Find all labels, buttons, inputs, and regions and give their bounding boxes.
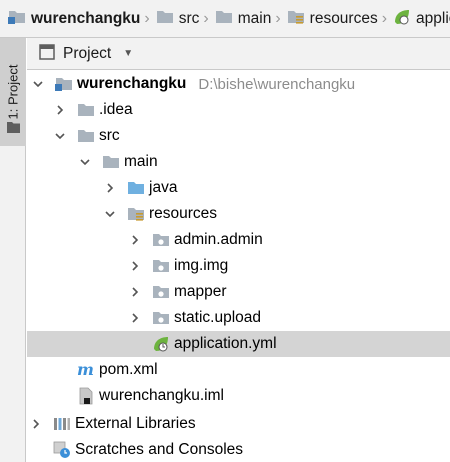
breadcrumb-separator: › (275, 9, 281, 27)
folder-icon (77, 101, 95, 119)
chevron-right-icon[interactable] (29, 419, 43, 429)
tree-row-java[interactable]: java (27, 175, 450, 201)
spring-yml-icon (393, 8, 411, 30)
tree-row-iml[interactable]: wurenchangku.iml (27, 383, 450, 409)
breadcrumb-separator: › (203, 9, 209, 27)
chevron-right-icon[interactable] (53, 105, 67, 115)
tree-row-resources[interactable]: resources (27, 201, 450, 227)
chevron-down-icon[interactable]: ▼ (123, 48, 133, 59)
project-view-title[interactable]: Project (63, 45, 111, 63)
chevron-down-icon[interactable] (103, 209, 117, 219)
library-icon (53, 415, 71, 433)
tree-row-package[interactable]: mapper (27, 279, 450, 305)
module-file-icon (77, 387, 95, 405)
resources-folder-icon (127, 205, 145, 223)
tree-row-application-yml[interactable]: application.yml (27, 331, 450, 357)
tree-label: pom.xml (99, 361, 158, 378)
project-path: D:\bishe\wurenchangku (198, 75, 356, 93)
project-tree: wurenchangku D:\bishe\wurenchangku .idea… (27, 71, 450, 462)
breadcrumb-label: applic (416, 9, 450, 27)
breadcrumb-item-main[interactable]: main (215, 0, 272, 38)
tree-row-package[interactable]: admin.admin (27, 227, 450, 253)
left-tool-strip: 1: Project (0, 38, 26, 462)
breadcrumb-label: wurenchangku (31, 9, 141, 27)
package-folder-icon (152, 231, 170, 249)
folder-icon (102, 153, 120, 171)
breadcrumb-label: src (178, 9, 200, 27)
folder-icon (7, 120, 20, 137)
breadcrumb-separator: › (381, 9, 388, 27)
chevron-right-icon[interactable] (128, 261, 142, 271)
tree-label: wurenchangku.iml (99, 387, 224, 404)
folder-icon (215, 9, 233, 29)
tree-label: main (124, 153, 158, 170)
package-folder-icon (152, 283, 170, 301)
module-folder-icon (55, 75, 73, 93)
tree-label: static.upload (174, 309, 262, 326)
breadcrumb-label: main (237, 9, 272, 27)
breadcrumb-separator: › (144, 9, 150, 27)
navigation-breadcrumb: wurenchangku › src › main › resources › (0, 0, 450, 38)
tree-row-external-libraries[interactable]: External Libraries (27, 411, 450, 437)
tree-label: Scratches and Consoles (75, 441, 244, 458)
folder-icon (156, 9, 174, 29)
project-window-icon (39, 43, 55, 64)
tree-row-pom[interactable]: m pom.xml (27, 357, 450, 383)
chevron-right-icon[interactable] (128, 235, 142, 245)
tree-row-idea[interactable]: .idea (27, 97, 450, 123)
chevron-right-icon[interactable] (128, 313, 142, 323)
breadcrumb-item-application-yml[interactable]: applic (393, 0, 450, 38)
tree-row-package[interactable]: static.upload (27, 305, 450, 331)
chevron-down-icon[interactable] (31, 79, 45, 89)
chevron-right-icon[interactable] (128, 287, 142, 297)
tree-row-package[interactable]: img.img (27, 253, 450, 279)
tree-label: mapper (174, 283, 227, 300)
breadcrumb-item-resources[interactable]: resources (287, 0, 378, 38)
tree-row-scratches[interactable]: Scratches and Consoles (27, 437, 450, 462)
project-tool-tab-label: 1: Project (5, 64, 21, 120)
folder-icon (77, 127, 95, 145)
source-folder-icon (127, 179, 145, 197)
maven-icon: m (77, 361, 95, 379)
breadcrumb-item-src[interactable]: src (156, 0, 200, 38)
tree-label: application.yml (174, 335, 277, 352)
svg-text:m: m (77, 362, 94, 378)
tree-label: src (99, 127, 120, 144)
chevron-down-icon[interactable] (53, 131, 67, 141)
tree-row-root[interactable]: wurenchangku D:\bishe\wurenchangku (27, 71, 450, 97)
tree-label: External Libraries (75, 415, 196, 432)
tree-label: java (149, 179, 178, 196)
scratches-icon (53, 441, 71, 459)
tree-row-main[interactable]: main (27, 149, 450, 175)
package-folder-icon (152, 309, 170, 327)
breadcrumb-label: resources (309, 9, 378, 27)
module-folder-icon (8, 9, 26, 29)
tree-label: admin.admin (174, 231, 263, 248)
chevron-right-icon[interactable] (103, 183, 117, 193)
breadcrumb-item-wurenchangku[interactable]: wurenchangku (8, 0, 140, 38)
tree-label: wurenchangku (77, 75, 187, 92)
resources-folder-icon (287, 9, 305, 29)
project-panel-header: Project ▼ (27, 38, 450, 70)
tree-label: .idea (99, 101, 133, 118)
spring-yml-icon (152, 335, 170, 353)
tree-label: img.img (174, 257, 229, 274)
chevron-down-icon[interactable] (78, 157, 92, 167)
package-folder-icon (152, 257, 170, 275)
tree-label: resources (149, 205, 218, 222)
tree-row-src[interactable]: src (27, 123, 450, 149)
project-tool-tab[interactable]: 1: Project (0, 38, 26, 146)
